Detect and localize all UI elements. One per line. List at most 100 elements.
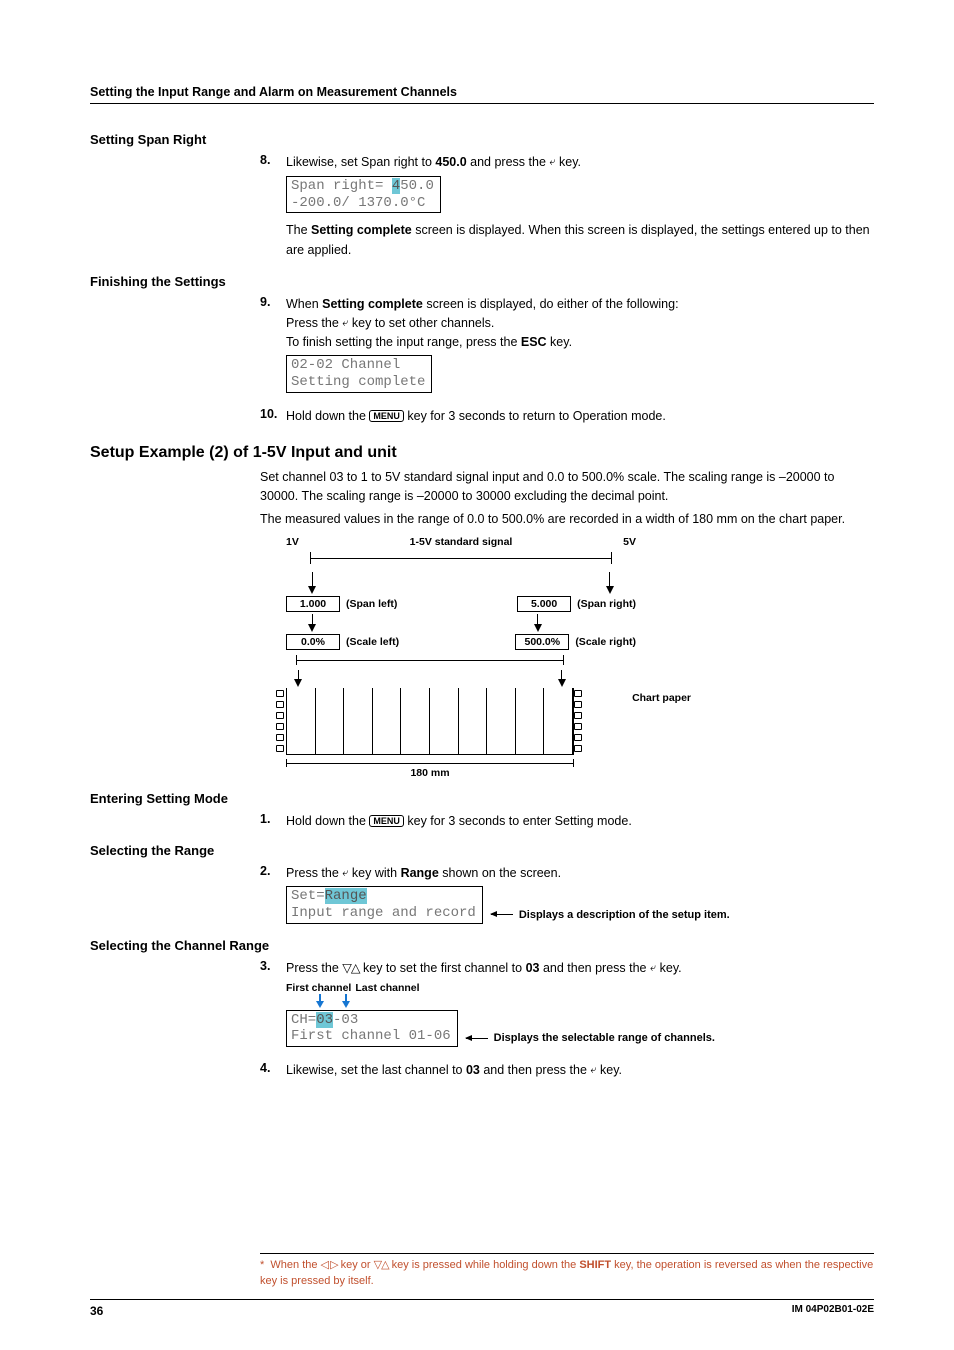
page-number: 36 xyxy=(90,1304,103,1318)
text: Likewise, set the last channel to xyxy=(286,1063,466,1077)
text: key. xyxy=(656,961,681,975)
signal-axis xyxy=(286,550,636,568)
last-channel-arrow-icon xyxy=(342,994,350,1008)
step-1: 1. Hold down the MENU key for 3 seconds … xyxy=(260,812,874,831)
text: Hold down the xyxy=(286,814,369,828)
text: Press the xyxy=(286,961,342,975)
signal-scale-diagram: 1V 1-5V standard signal 5V 1.000 (Span l… xyxy=(286,536,636,777)
text: key is pressed while holding down the xyxy=(389,1259,580,1271)
text: and then press the xyxy=(480,1063,591,1077)
text: key. xyxy=(547,335,572,349)
text: key for 3 seconds to return to Operation… xyxy=(404,409,666,423)
lcd-text: Input range and record xyxy=(291,905,476,921)
scale-right-value: 500.0% xyxy=(515,634,569,650)
step-3: 3. Press the ▽△ key to set the first cha… xyxy=(260,959,874,978)
width-label: 180 mm xyxy=(286,767,574,779)
callout-arrow-icon xyxy=(491,914,513,915)
lcd-setting-complete: 02-02 Channel Setting complete xyxy=(286,355,432,393)
text: Press the xyxy=(286,866,342,880)
text: key to set other channels. xyxy=(348,316,494,330)
enter-key-icon: ⤶ xyxy=(342,317,348,329)
section-setup-example-title: Setup Example (2) of 1-5V Input and unit xyxy=(90,444,874,462)
step-num: 9. xyxy=(260,295,286,351)
first-channel-arrow-icon xyxy=(316,994,324,1008)
updown-key-icon: ▽△ xyxy=(374,1259,389,1271)
running-header: Setting the Input Range and Alarm on Mea… xyxy=(90,85,874,104)
lcd-text: Setting complete xyxy=(291,374,425,390)
leftright-key-icon: ◁ ▷ xyxy=(321,1259,338,1271)
lcd-highlight: Range xyxy=(325,888,367,904)
lcd-channel: CH=03-03 First channel 01-06 xyxy=(286,1010,458,1048)
chart-paper xyxy=(286,688,574,755)
text: screen is displayed, do either of the fo… xyxy=(423,297,679,311)
menu-key-icon: MENU xyxy=(369,815,404,827)
lcd-highlight: 03 xyxy=(316,1012,333,1028)
lcd-set-range: Set=Range Input range and record xyxy=(286,886,483,924)
text: key. xyxy=(556,155,581,169)
emphasis: Setting complete xyxy=(322,297,423,311)
span-right-value: 5.000 xyxy=(517,596,571,612)
step-10: 10. Hold down the MENU key for 3 seconds… xyxy=(260,407,874,426)
value: 450.0 xyxy=(435,155,466,169)
text: Likewise, set Span right to xyxy=(286,155,435,169)
scale-left-value: 0.0% xyxy=(286,634,340,650)
chart-paper-label: Chart paper xyxy=(632,692,691,704)
step-num: 10. xyxy=(260,407,286,426)
enter-key-icon: ⤶ xyxy=(650,962,656,974)
updown-key-icon: ▽△ xyxy=(342,961,359,975)
step-2: 2. Press the ⤶ key with Range shown on t… xyxy=(260,864,874,883)
step-num: 2. xyxy=(260,864,286,883)
page-footer: 36 IM 04P02B01-02E xyxy=(90,1299,874,1318)
text: shown on the screen. xyxy=(439,866,561,880)
footnote-star: * xyxy=(260,1259,264,1271)
callout-text: Displays a description of the setup item… xyxy=(519,909,730,921)
first-channel-label: First channel xyxy=(286,982,351,994)
lcd-text: -200.0/ 1370.0°C xyxy=(291,195,425,211)
section-finishing-title: Finishing the Settings xyxy=(90,274,874,289)
section-span-right-title: Setting Span Right xyxy=(90,132,874,147)
step-num: 3. xyxy=(260,959,286,978)
emphasis: Range xyxy=(401,866,439,880)
emphasis: 03 xyxy=(466,1063,480,1077)
enter-key-icon: ⤶ xyxy=(590,1064,596,1076)
step-num: 4. xyxy=(260,1061,286,1080)
text: When the xyxy=(270,1259,320,1271)
text: key or xyxy=(338,1259,374,1271)
emphasis: Setting complete xyxy=(311,223,412,237)
emphasis: 03 xyxy=(526,961,540,975)
step-8: 8. Likewise, set Span right to 450.0 and… xyxy=(260,153,874,172)
para: Set channel 03 to 1 to 5V standard signa… xyxy=(260,468,874,507)
emphasis: ESC xyxy=(521,335,547,349)
callout-text: Displays the selectable range of channel… xyxy=(494,1032,715,1044)
text: Press the xyxy=(286,316,342,330)
scale-right-label: (Scale right) xyxy=(575,636,636,648)
doc-id: IM 04P02B01-02E xyxy=(792,1304,874,1318)
text: The xyxy=(286,223,311,237)
text: key. xyxy=(597,1063,622,1077)
para: The measured values in the range of 0.0 … xyxy=(260,510,874,529)
last-channel-label: Last channel xyxy=(355,982,419,994)
span-left-label: (Span left) xyxy=(346,598,397,610)
text: key with xyxy=(348,866,400,880)
lcd-highlight: 4 xyxy=(392,178,400,194)
para: The Setting complete screen is displayed… xyxy=(286,221,874,260)
text: Hold down the xyxy=(286,409,369,423)
label-signal: 1-5V standard signal xyxy=(310,536,612,548)
span-left-value: 1.000 xyxy=(286,596,340,612)
lcd-text: First channel 01-06 xyxy=(291,1028,451,1044)
scale-left-label: (Scale left) xyxy=(346,636,399,648)
step-num: 1. xyxy=(260,812,286,831)
label-1v: 1V xyxy=(286,536,310,548)
callout-arrow-icon xyxy=(466,1038,488,1039)
text: When xyxy=(286,297,322,311)
enter-key-icon: ⤶ xyxy=(342,867,348,879)
menu-key-icon: MENU xyxy=(369,410,404,422)
lcd-text: 50.0 xyxy=(400,178,434,194)
step-4: 4. Likewise, set the last channel to 03 … xyxy=(260,1061,874,1080)
section-entering-mode-title: Entering Setting Mode xyxy=(90,791,874,806)
text: and then press the xyxy=(539,961,650,975)
section-channel-range-title: Selecting the Channel Range xyxy=(90,938,874,953)
lcd-text: Set= xyxy=(291,888,325,904)
lcd-span-right: Span right= 450.0 -200.0/ 1370.0°C xyxy=(286,176,441,214)
text: key to set the first channel to xyxy=(360,961,526,975)
